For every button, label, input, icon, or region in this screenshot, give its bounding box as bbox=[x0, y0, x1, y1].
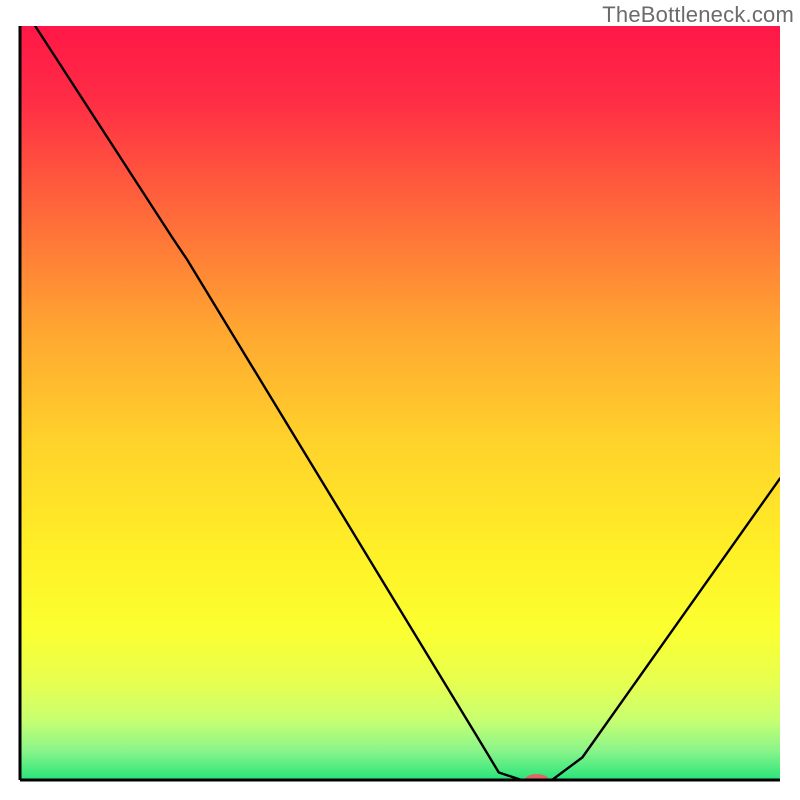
bottleneck-chart: TheBottleneck.com bbox=[0, 0, 800, 800]
watermark-text: TheBottleneck.com bbox=[602, 2, 794, 28]
plot-area bbox=[20, 26, 780, 786]
gradient-background bbox=[20, 26, 780, 780]
chart-svg bbox=[0, 0, 800, 800]
